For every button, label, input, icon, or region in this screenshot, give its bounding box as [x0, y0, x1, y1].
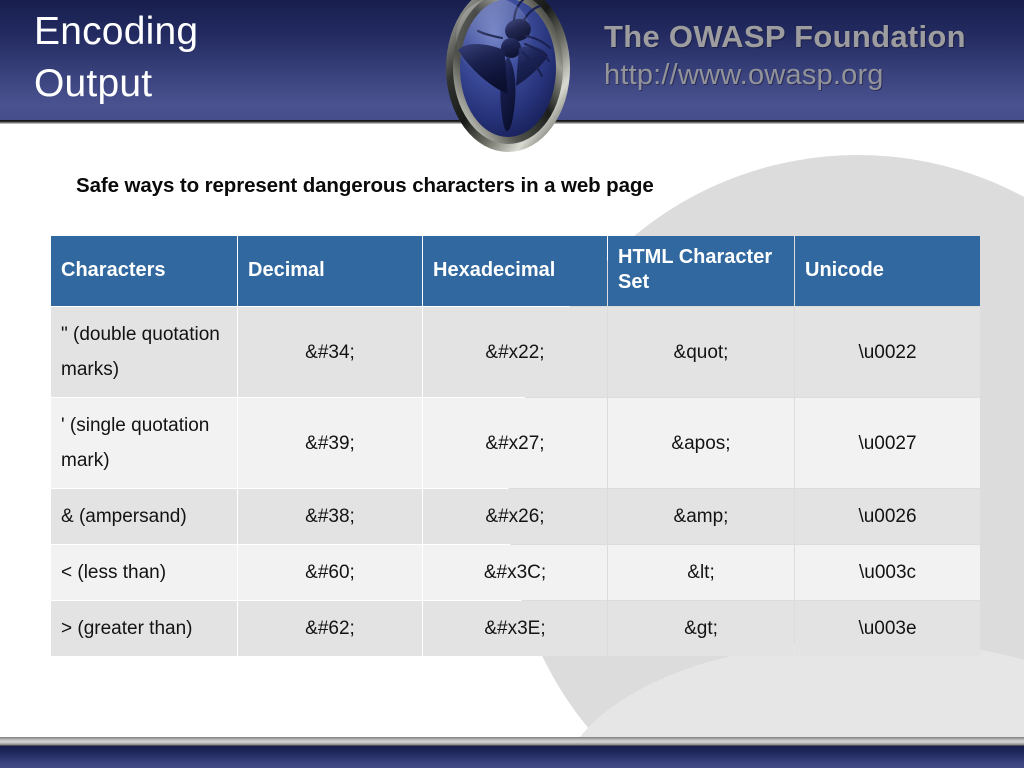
cell-unicode: \u003e: [795, 601, 980, 656]
cell-character: > (greater than): [51, 601, 237, 656]
owasp-foundation-label: The OWASP Foundation: [604, 19, 966, 54]
page-title: Encoding Output: [34, 10, 199, 105]
owasp-brand-block: The OWASP Foundation http://www.owasp.or…: [604, 18, 966, 94]
table-row: " (double quotation marks) &#34; &#x22; …: [51, 307, 980, 397]
slide-footer-band: [0, 746, 1024, 768]
cell-hexadecimal: &#x22;: [423, 307, 607, 397]
column-header-decimal: Decimal: [238, 236, 422, 306]
cell-decimal: &#39;: [238, 398, 422, 488]
owasp-wasp-logo-icon: [446, 0, 570, 152]
table-row: > (greater than) &#62; &#x3E; &gt; \u003…: [51, 601, 980, 656]
slide-canvas: Encoding Output The OWASP Foundation htt…: [0, 0, 1024, 768]
character-encoding-table: Characters Decimal Hexadecimal HTML Char…: [50, 235, 981, 657]
cell-unicode: \u0027: [795, 398, 980, 488]
cell-html-character-set: &gt;: [608, 601, 794, 656]
table-header-row: Characters Decimal Hexadecimal HTML Char…: [51, 236, 980, 306]
owasp-url-label: http://www.owasp.org: [604, 59, 884, 91]
cell-hexadecimal: &#x26;: [423, 489, 607, 544]
cell-decimal: &#60;: [238, 545, 422, 600]
cell-hexadecimal: &#x3C;: [423, 545, 607, 600]
cell-decimal: &#34;: [238, 307, 422, 397]
cell-unicode: \u0026: [795, 489, 980, 544]
content-heading: Safe ways to represent dangerous charact…: [76, 174, 654, 197]
table-row: < (less than) &#60; &#x3C; &lt; \u003c: [51, 545, 980, 600]
cell-hexadecimal: &#x3E;: [423, 601, 607, 656]
cell-unicode: \u0022: [795, 307, 980, 397]
table-row: ' (single quotation mark) &#39; &#x27; &…: [51, 398, 980, 488]
column-header-html-character-set: HTML Character Set: [608, 236, 794, 306]
cell-character: < (less than): [51, 545, 237, 600]
cell-decimal: &#62;: [238, 601, 422, 656]
cell-hexadecimal: &#x27;: [423, 398, 607, 488]
table-row: & (ampersand) &#38; &#x26; &amp; \u0026: [51, 489, 980, 544]
cell-unicode: \u003c: [795, 545, 980, 600]
cell-decimal: &#38;: [238, 489, 422, 544]
cell-html-character-set: &apos;: [608, 398, 794, 488]
column-header-unicode: Unicode: [795, 236, 980, 306]
cell-character: " (double quotation marks): [51, 307, 237, 397]
cell-html-character-set: &lt;: [608, 545, 794, 600]
column-header-hexadecimal: Hexadecimal: [423, 236, 607, 306]
cell-character: ' (single quotation mark): [51, 398, 237, 488]
cell-html-character-set: &amp;: [608, 489, 794, 544]
column-header-characters: Characters: [51, 236, 237, 306]
cell-html-character-set: &quot;: [608, 307, 794, 397]
cell-character: & (ampersand): [51, 489, 237, 544]
footer-divider-rule: [0, 737, 1024, 746]
